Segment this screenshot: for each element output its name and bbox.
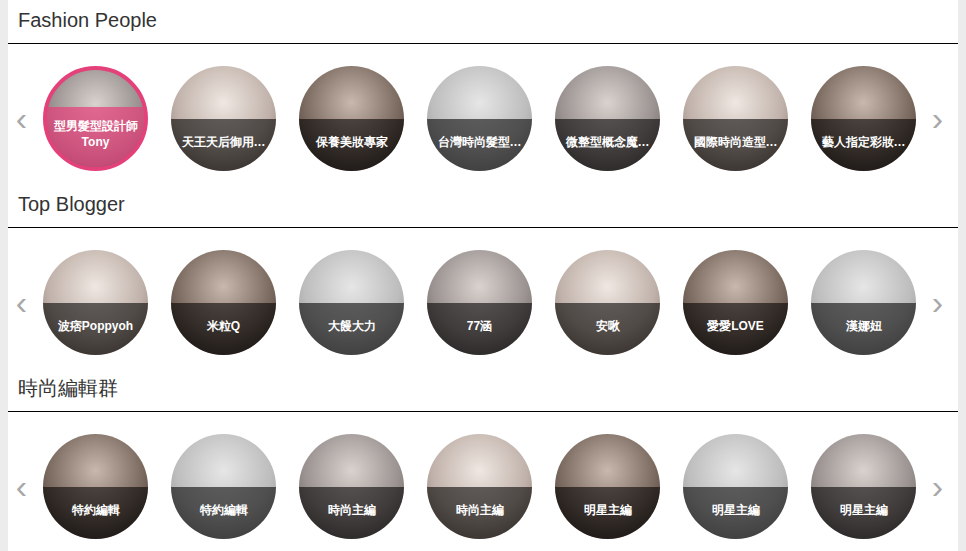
person-label: 米粒Q [207,318,240,334]
person-card[interactable]: 明星主編 [555,434,660,539]
person-label: 時尚主編 [456,502,504,518]
next-arrow-icon[interactable]: › [924,434,951,539]
label-overlay: 波痞Poppyoh [43,303,148,356]
section-title: 時尚編輯群 [8,368,958,412]
person-label: 台灣時尚髮型… [438,134,522,150]
next-arrow-icon[interactable]: › [924,250,951,355]
prev-arrow-icon[interactable]: ‹ [8,250,35,355]
person-label: 大饅大力 [328,318,376,334]
person-card[interactable]: 藝人指定彩妝… [811,66,916,171]
person-label: 國際時尚造型… [694,134,778,150]
person-card[interactable]: 特約編輯 [171,434,276,539]
label-overlay: 特約編輯 [171,487,276,540]
label-overlay: 明星主編 [555,487,660,540]
person-card[interactable]: 特約編輯 [43,434,148,539]
person-card[interactable]: 大饅大力 [299,250,404,355]
person-label: 型男髮型設計師 Tony [51,118,140,150]
label-overlay: 型男髮型設計師 Tony [47,107,144,167]
prev-arrow-icon[interactable]: ‹ [8,434,35,539]
label-overlay: 微整型概念魔… [555,119,660,172]
person-card[interactable]: 型男髮型設計師 Tony [43,66,148,171]
people-list: 型男髮型設計師 Tony 天王天后御用… 保養美妝專家 台灣時尚髮型… 微整型概念魔… 國… [43,66,916,171]
label-overlay: 藝人指定彩妝… [811,119,916,172]
label-overlay: 77涵 [427,303,532,356]
label-overlay: 明星主編 [811,487,916,540]
label-overlay: 特約編輯 [43,487,148,540]
person-card[interactable]: 愛愛LOVE [683,250,788,355]
person-label: 特約編輯 [200,502,248,518]
label-overlay: 天王天后御用… [171,119,276,172]
person-label: 明星主編 [840,502,888,518]
section-title: Top Blogger [8,184,958,228]
label-overlay: 漢娜妞 [811,303,916,356]
label-overlay: 國際時尚造型… [683,119,788,172]
label-overlay: 明星主編 [683,487,788,540]
label-overlay: 保養美妝專家 [299,119,404,172]
person-label: 波痞Poppyoh [58,318,133,334]
person-label: 漢娜妞 [846,318,882,334]
person-card[interactable]: 安啾 [555,250,660,355]
section: Top Blogger ‹ 波痞Poppyoh 米粒Q 大饅大力 77涵 安啾 愛愛LOVE 漢… [8,184,958,368]
person-label: 微整型概念魔… [566,134,650,150]
person-card[interactable]: 國際時尚造型… [683,66,788,171]
people-list: 波痞Poppyoh 米粒Q 大饅大力 77涵 安啾 愛愛LOVE 漢娜妞 [43,250,916,355]
person-label: 藝人指定彩妝… [822,134,906,150]
label-overlay: 時尚主編 [427,487,532,540]
person-card[interactable]: 保養美妝專家 [299,66,404,171]
label-overlay: 安啾 [555,303,660,356]
person-card[interactable]: 漢娜妞 [811,250,916,355]
person-card[interactable]: 微整型概念魔… [555,66,660,171]
label-overlay: 愛愛LOVE [683,303,788,356]
person-card[interactable]: 77涵 [427,250,532,355]
next-arrow-icon[interactable]: › [924,66,951,171]
section: 時尚編輯群 ‹ 特約編輯 特約編輯 時尚主編 時尚主編 明星主編 明星主編 明星主編 › [8,368,958,551]
label-overlay: 時尚主編 [299,487,404,540]
carousel: ‹ 特約編輯 特約編輯 時尚主編 時尚主編 明星主編 明星主編 明星主編 › [8,412,958,539]
person-card[interactable]: 米粒Q [171,250,276,355]
person-label: 天王天后御用… [182,134,266,150]
person-card[interactable]: 時尚主編 [299,434,404,539]
person-label: 保養美妝專家 [316,134,388,150]
carousel: ‹ 型男髮型設計師 Tony 天王天后御用… 保養美妝專家 台灣時尚髮型… 微整型概念魔…… [8,44,958,171]
person-label: 時尚主編 [328,502,376,518]
person-card[interactable]: 時尚主編 [427,434,532,539]
person-label: 明星主編 [584,502,632,518]
person-label: 安啾 [596,318,620,334]
section-title: Fashion People [8,0,958,44]
person-card[interactable]: 明星主編 [811,434,916,539]
label-overlay: 大饅大力 [299,303,404,356]
person-card[interactable]: 波痞Poppyoh [43,250,148,355]
person-card[interactable]: 台灣時尚髮型… [427,66,532,171]
page: Fashion People ‹ 型男髮型設計師 Tony 天王天后御用… 保養美妝專家… [8,0,958,551]
person-card[interactable]: 明星主編 [683,434,788,539]
label-overlay: 台灣時尚髮型… [427,119,532,172]
people-list: 特約編輯 特約編輯 時尚主編 時尚主編 明星主編 明星主編 明星主編 [43,434,916,539]
section: Fashion People ‹ 型男髮型設計師 Tony 天王天后御用… 保養美妝專家… [8,0,958,184]
person-card[interactable]: 天王天后御用… [171,66,276,171]
person-label: 特約編輯 [72,502,120,518]
carousel: ‹ 波痞Poppyoh 米粒Q 大饅大力 77涵 安啾 愛愛LOVE 漢娜妞 › [8,228,958,355]
person-label: 愛愛LOVE [707,318,764,334]
person-label: 77涵 [467,318,492,334]
person-label: 明星主編 [712,502,760,518]
prev-arrow-icon[interactable]: ‹ [8,66,35,171]
label-overlay: 米粒Q [171,303,276,356]
